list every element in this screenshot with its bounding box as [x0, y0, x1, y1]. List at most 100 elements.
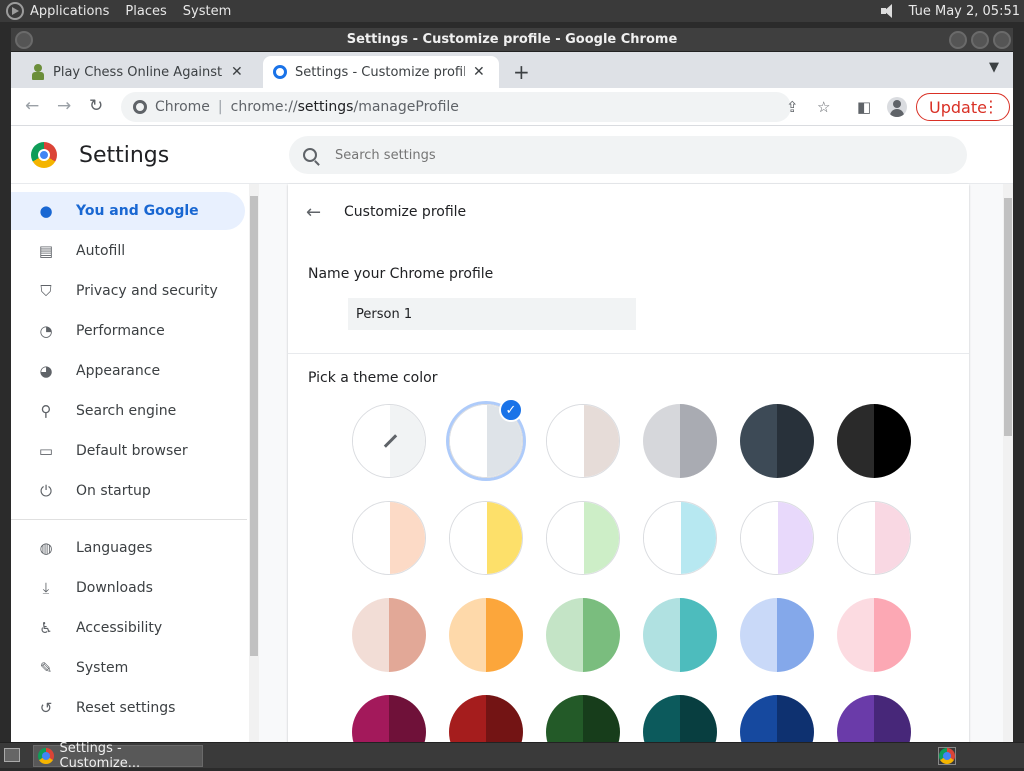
tray-chrome-icon[interactable]	[938, 747, 956, 765]
sidebar-item-accessibility[interactable]: ♿ Accessibility	[11, 609, 245, 647]
theme-color-swatch[interactable]	[546, 404, 620, 478]
forward-icon[interactable]: →	[57, 96, 71, 116]
sidebar-item-default-browser[interactable]: ▭ Default browser	[11, 432, 245, 470]
main-area: ← Customize profile Name your Chrome pro…	[259, 184, 1013, 742]
minimize-icon[interactable]	[949, 31, 967, 49]
theme-color-swatch[interactable]	[740, 501, 814, 575]
sidebar-item-performance[interactable]: ◔ Performance	[11, 312, 245, 350]
separator: |	[217, 99, 223, 115]
sidebar-item-system[interactable]: ✎ System	[11, 649, 245, 687]
window-menu-icon[interactable]	[15, 31, 33, 49]
theme-color-swatch[interactable]	[449, 695, 523, 742]
search-box[interactable]	[289, 136, 967, 174]
search-icon	[303, 148, 317, 162]
theme-color-swatch[interactable]	[352, 695, 426, 742]
sidebar-item-search-engine[interactable]: ⚲ Search engine	[11, 392, 245, 430]
menu-places[interactable]: Places	[125, 4, 166, 19]
scroll-thumb[interactable]	[1004, 198, 1012, 436]
menu-applications[interactable]: Applications	[30, 4, 109, 19]
tab-chess[interactable]: Play Chess Online Against the ✕	[21, 56, 261, 88]
sidebar-item-label: Appearance	[76, 363, 161, 379]
swatch-half	[450, 502, 487, 574]
update-label: Update	[929, 97, 987, 117]
url-prefix: chrome://	[230, 99, 298, 115]
more-menu-icon[interactable]: ⋮	[983, 97, 999, 116]
theme-color-swatch[interactable]	[643, 695, 717, 742]
scroll-thumb[interactable]	[250, 196, 258, 656]
profile-name-input[interactable]	[348, 298, 636, 330]
maximize-icon[interactable]	[971, 31, 989, 49]
search-input[interactable]	[335, 147, 835, 163]
sidebar-item-you-and-google[interactable]: ● You and Google	[11, 192, 245, 230]
swatch-half	[740, 598, 777, 672]
theme-color-swatch[interactable]	[643, 598, 717, 672]
sidebar-item-on-startup[interactable]: ⏻ On startup	[11, 472, 245, 510]
theme-color-swatch[interactable]	[740, 598, 814, 672]
custom-color-swatch[interactable]	[352, 404, 426, 478]
panel-clock[interactable]: Tue May 2, 05:51	[909, 4, 1020, 19]
theme-color-swatch[interactable]	[740, 695, 814, 742]
profile-avatar[interactable]	[887, 97, 907, 117]
sidebar-item-reset-settings[interactable]: ↺ Reset settings	[11, 689, 245, 727]
distro-logo-icon[interactable]	[6, 2, 24, 20]
theme-color-swatch[interactable]	[837, 598, 911, 672]
volume-icon[interactable]	[879, 3, 899, 19]
theme-color-swatch[interactable]	[837, 404, 911, 478]
theme-color-swatch[interactable]	[546, 598, 620, 672]
sidebar-item-autofill[interactable]: ▤ Autofill	[11, 232, 245, 270]
main-scrollbar[interactable]	[1003, 184, 1013, 742]
sidebar-item-label: Reset settings	[76, 700, 176, 716]
theme-label: Pick a theme color	[308, 370, 438, 386]
back-icon[interactable]: ←	[25, 96, 39, 116]
show-desktop-icon[interactable]	[4, 748, 20, 762]
sidebar-item-label: Downloads	[76, 580, 153, 596]
theme-color-swatch[interactable]	[352, 501, 426, 575]
side-panel-icon[interactable]: ◧	[857, 98, 871, 116]
theme-color-swatch[interactable]	[352, 598, 426, 672]
theme-color-swatch[interactable]	[837, 695, 911, 742]
window-titlebar[interactable]: Settings - Customize profile - Google Ch…	[11, 28, 1013, 52]
theme-color-swatch[interactable]	[449, 501, 523, 575]
back-arrow-icon[interactable]: ←	[306, 202, 321, 223]
browser-icon: ▭	[38, 442, 54, 460]
settings-header: Settings	[11, 126, 1013, 184]
sidebar-item-privacy-and-security[interactable]: ⛉ Privacy and security	[11, 272, 245, 310]
taskbar-item-chrome[interactable]: Settings - Customize...	[33, 741, 203, 771]
theme-color-swatch[interactable]	[643, 501, 717, 575]
swatch-half	[547, 502, 584, 574]
update-button[interactable]: Update ⋮	[916, 93, 1010, 121]
reload-icon[interactable]: ↻	[89, 96, 103, 116]
address-bar[interactable]: Chrome | chrome://settings/manageProfile	[121, 92, 791, 122]
new-tab-icon[interactable]: +	[513, 60, 530, 84]
shield-icon: ⛉	[40, 282, 52, 300]
search-icon: ⚲	[40, 402, 52, 420]
sidebar-item-appearance[interactable]: ◕ Appearance	[11, 352, 245, 390]
theme-color-swatch[interactable]	[740, 404, 814, 478]
close-tab-icon[interactable]: ✕	[473, 64, 485, 80]
eyedropper-icon	[382, 433, 398, 449]
chevron-down-icon[interactable]: ▼	[989, 60, 999, 75]
theme-color-swatch[interactable]	[449, 598, 523, 672]
swatch-half	[837, 598, 874, 672]
sidebar-scrollbar[interactable]	[249, 184, 259, 742]
theme-color-swatch[interactable]	[837, 501, 911, 575]
tab-settings[interactable]: Settings - Customize profile ✕	[263, 56, 499, 88]
menu-system[interactable]: System	[183, 4, 231, 19]
sidebar-item-label: System	[76, 660, 129, 676]
url-host: settings	[297, 99, 354, 115]
theme-color-swatch[interactable]	[546, 695, 620, 742]
swatch-half	[449, 598, 486, 672]
sidebar-item-downloads[interactable]: ⤓ Downloads	[11, 569, 245, 607]
sidebar-item-languages[interactable]: ◍ Languages	[11, 529, 245, 567]
share-icon[interactable]: ⇪	[786, 98, 799, 116]
swatch-half	[643, 598, 680, 672]
close-window-icon[interactable]	[993, 31, 1011, 49]
theme-color-swatch[interactable]	[643, 404, 717, 478]
taskbar: Settings - Customize...	[0, 741, 1024, 771]
swatch-half	[680, 598, 717, 672]
bookmark-star-icon[interactable]: ☆	[817, 98, 830, 116]
theme-color-swatch[interactable]	[546, 501, 620, 575]
close-tab-icon[interactable]: ✕	[231, 64, 243, 80]
person-icon: ●	[39, 202, 53, 220]
swatch-half	[352, 695, 389, 742]
